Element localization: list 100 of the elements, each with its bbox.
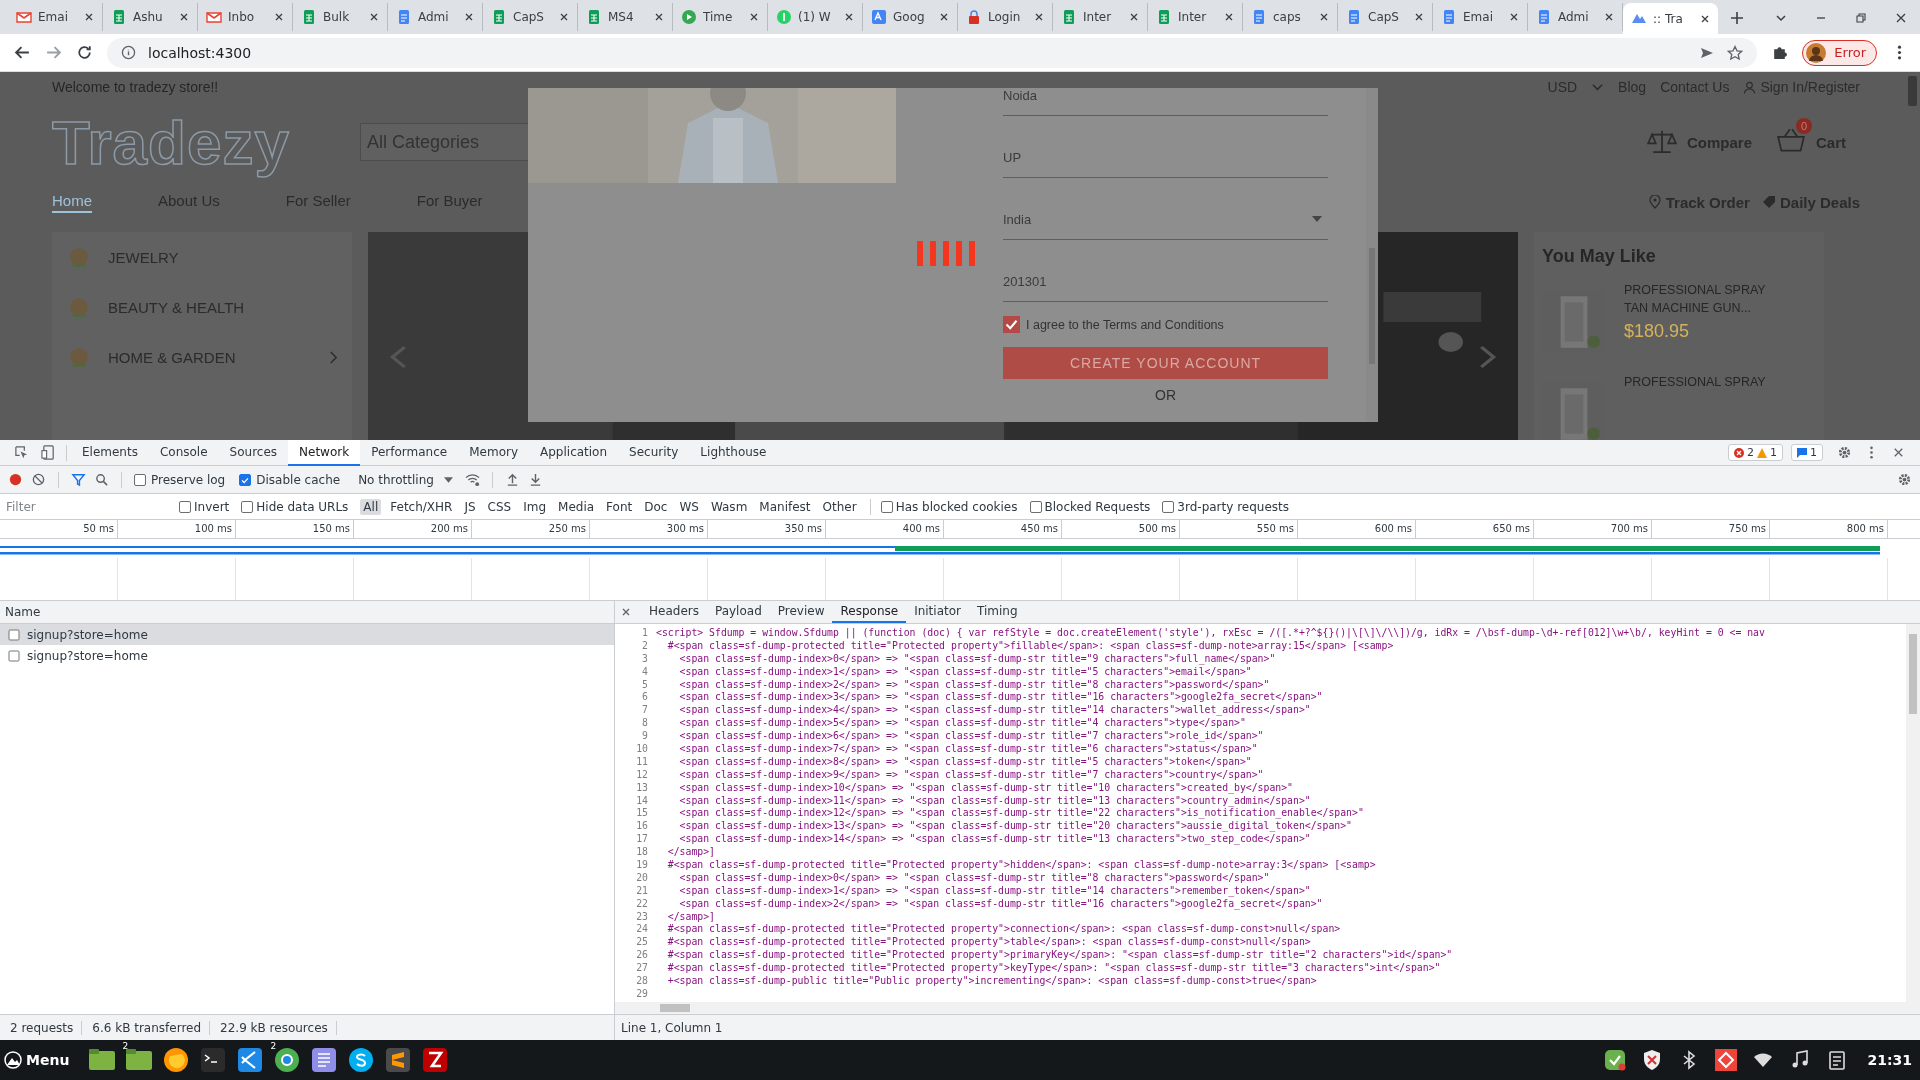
devtools-tab[interactable]: Security bbox=[618, 439, 690, 466]
check-icon[interactable] bbox=[1604, 1049, 1627, 1071]
type-filter-button[interactable]: Media bbox=[555, 498, 598, 515]
checkbox[interactable] bbox=[241, 500, 254, 513]
tab-close-icon[interactable] bbox=[939, 12, 949, 22]
request-row[interactable]: signup?store=home bbox=[0, 624, 614, 645]
tab-close-icon[interactable] bbox=[1129, 12, 1139, 22]
search-icon[interactable] bbox=[94, 472, 109, 487]
tab-close-icon[interactable] bbox=[1700, 13, 1710, 24]
tab-close-icon[interactable] bbox=[1414, 12, 1424, 22]
browser-tab[interactable]: Ashu bbox=[103, 3, 198, 31]
filter-icon[interactable] bbox=[71, 472, 86, 487]
new-tab-icon[interactable] bbox=[1730, 11, 1744, 25]
checkbox[interactable] bbox=[880, 500, 893, 513]
input-field[interactable]: UP bbox=[1003, 116, 1328, 178]
tab-close-icon[interactable] bbox=[559, 12, 569, 22]
scrollbar[interactable] bbox=[615, 1002, 1920, 1014]
tab-close-icon[interactable] bbox=[369, 12, 379, 22]
type-filter-button[interactable]: Fetch/XHR bbox=[387, 498, 456, 515]
tab-close-icon[interactable] bbox=[84, 12, 94, 22]
browser-tab[interactable]: caps bbox=[1243, 3, 1338, 31]
browser-tab[interactable]: Login bbox=[958, 3, 1053, 31]
back-icon[interactable] bbox=[14, 44, 31, 61]
text-editor-icon[interactable] bbox=[384, 1046, 413, 1074]
type-filter-button[interactable]: Wasm bbox=[707, 498, 751, 515]
code-editor-icon[interactable] bbox=[236, 1046, 265, 1074]
request-row[interactable]: signup?store=home bbox=[0, 645, 614, 666]
devtools-tab[interactable]: Performance bbox=[360, 439, 459, 466]
browser-tab[interactable]: Admi bbox=[1528, 3, 1623, 31]
devtools-tab[interactable]: Application bbox=[529, 439, 619, 466]
inspect-icon[interactable] bbox=[14, 445, 29, 460]
input-field[interactable]: 201301 bbox=[1003, 240, 1328, 302]
detail-tab[interactable]: Headers bbox=[641, 601, 707, 623]
ftp-icon[interactable] bbox=[421, 1046, 450, 1074]
restore-icon[interactable] bbox=[1854, 11, 1868, 25]
tab-close-icon[interactable] bbox=[464, 12, 474, 22]
device-icon[interactable] bbox=[41, 445, 56, 460]
record-icon[interactable] bbox=[8, 472, 23, 487]
throttling-select[interactable]: No throttling bbox=[354, 472, 457, 487]
clear-icon[interactable] bbox=[31, 472, 46, 487]
notes-icon[interactable] bbox=[310, 1046, 339, 1074]
settings-icon[interactable] bbox=[1897, 472, 1912, 487]
detail-tab[interactable]: Response bbox=[832, 601, 907, 623]
type-filter-button[interactable]: Manifest bbox=[756, 498, 814, 515]
input-field[interactable]: Noida bbox=[1003, 88, 1328, 116]
terminal-icon[interactable] bbox=[199, 1046, 228, 1074]
messages-counter[interactable]: 1 bbox=[1791, 444, 1823, 461]
column-header[interactable]: Name bbox=[0, 601, 614, 624]
tab-close-icon[interactable] bbox=[749, 12, 759, 22]
browser-tab[interactable]: Bulk bbox=[293, 3, 388, 31]
tab-close-icon[interactable] bbox=[654, 12, 664, 22]
detail-tab[interactable]: Preview bbox=[769, 601, 833, 623]
browser-tab[interactable]: Emai bbox=[1433, 3, 1528, 31]
puzzle-icon[interactable] bbox=[1771, 44, 1789, 61]
devtools-tab[interactable]: Network bbox=[288, 439, 361, 466]
checkbox[interactable] bbox=[179, 500, 191, 513]
checkbox[interactable] bbox=[1162, 500, 1175, 513]
menu-button[interactable]: Menu bbox=[4, 1051, 70, 1069]
devtools-tab[interactable]: Elements bbox=[71, 439, 149, 466]
close-icon[interactable] bbox=[621, 607, 631, 617]
browser-tab[interactable]: Inter bbox=[1148, 3, 1243, 31]
devtools-tab[interactable]: Sources bbox=[218, 439, 289, 466]
scrollbar[interactable] bbox=[1366, 88, 1378, 422]
tab-close-icon[interactable] bbox=[1509, 12, 1519, 22]
close-icon[interactable] bbox=[1894, 11, 1908, 25]
browser-tab[interactable]: (1) W bbox=[768, 3, 863, 31]
tab-close-icon[interactable] bbox=[1319, 12, 1329, 22]
browser-tab[interactable]: Time bbox=[673, 3, 768, 31]
detail-tab[interactable]: Timing bbox=[969, 601, 1026, 623]
detail-tab[interactable]: Payload bbox=[706, 601, 770, 623]
type-filter-button[interactable]: Other bbox=[819, 498, 860, 515]
profile-button[interactable]: Error bbox=[1802, 39, 1877, 66]
scrollbar[interactable] bbox=[1906, 624, 1920, 1002]
browser-tab[interactable]: Admi bbox=[388, 3, 483, 31]
nav-link[interactable]: Home bbox=[52, 191, 92, 213]
checkbox[interactable] bbox=[134, 473, 146, 486]
reload-icon[interactable] bbox=[76, 44, 93, 61]
type-filter-button[interactable]: WS bbox=[676, 498, 702, 515]
browser-tab[interactable]: :: Tra bbox=[1623, 3, 1718, 34]
tab-close-icon[interactable] bbox=[1604, 12, 1614, 22]
tab-close-icon[interactable] bbox=[1034, 12, 1044, 22]
browser-tab[interactable]: Inbo bbox=[198, 3, 293, 31]
wifi-settings-icon[interactable] bbox=[464, 472, 480, 487]
type-filter-button[interactable]: CSS bbox=[484, 498, 515, 515]
browser-tab[interactable]: Emai bbox=[8, 3, 103, 31]
checkbox[interactable] bbox=[1003, 316, 1020, 333]
type-filter-button[interactable]: JS bbox=[461, 498, 479, 515]
devtools-tab[interactable]: Lighthouse bbox=[689, 439, 778, 466]
checkbox[interactable] bbox=[239, 473, 252, 486]
browser-tab[interactable]: CapS bbox=[483, 3, 578, 31]
tab-close-icon[interactable] bbox=[1224, 12, 1234, 22]
type-filter-button[interactable]: All bbox=[360, 498, 382, 515]
tab-close-icon[interactable] bbox=[274, 12, 284, 22]
tab-close-icon[interactable] bbox=[844, 12, 854, 22]
detail-tab[interactable]: Initiator bbox=[906, 601, 969, 623]
checkbox[interactable] bbox=[1029, 500, 1042, 513]
star-icon[interactable] bbox=[1727, 44, 1744, 61]
forward-icon[interactable] bbox=[45, 44, 62, 61]
issues-counter[interactable]: 2 1 bbox=[1728, 444, 1783, 461]
type-filter-button[interactable]: Img bbox=[520, 498, 550, 515]
